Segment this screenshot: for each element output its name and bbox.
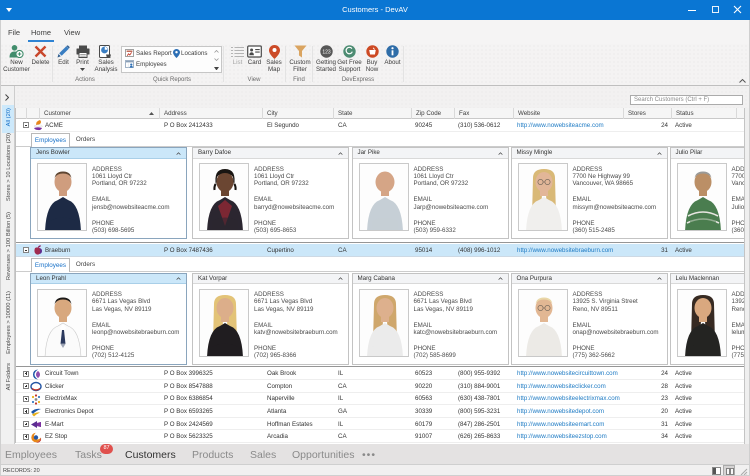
svg-text:123: 123 [322, 49, 331, 55]
